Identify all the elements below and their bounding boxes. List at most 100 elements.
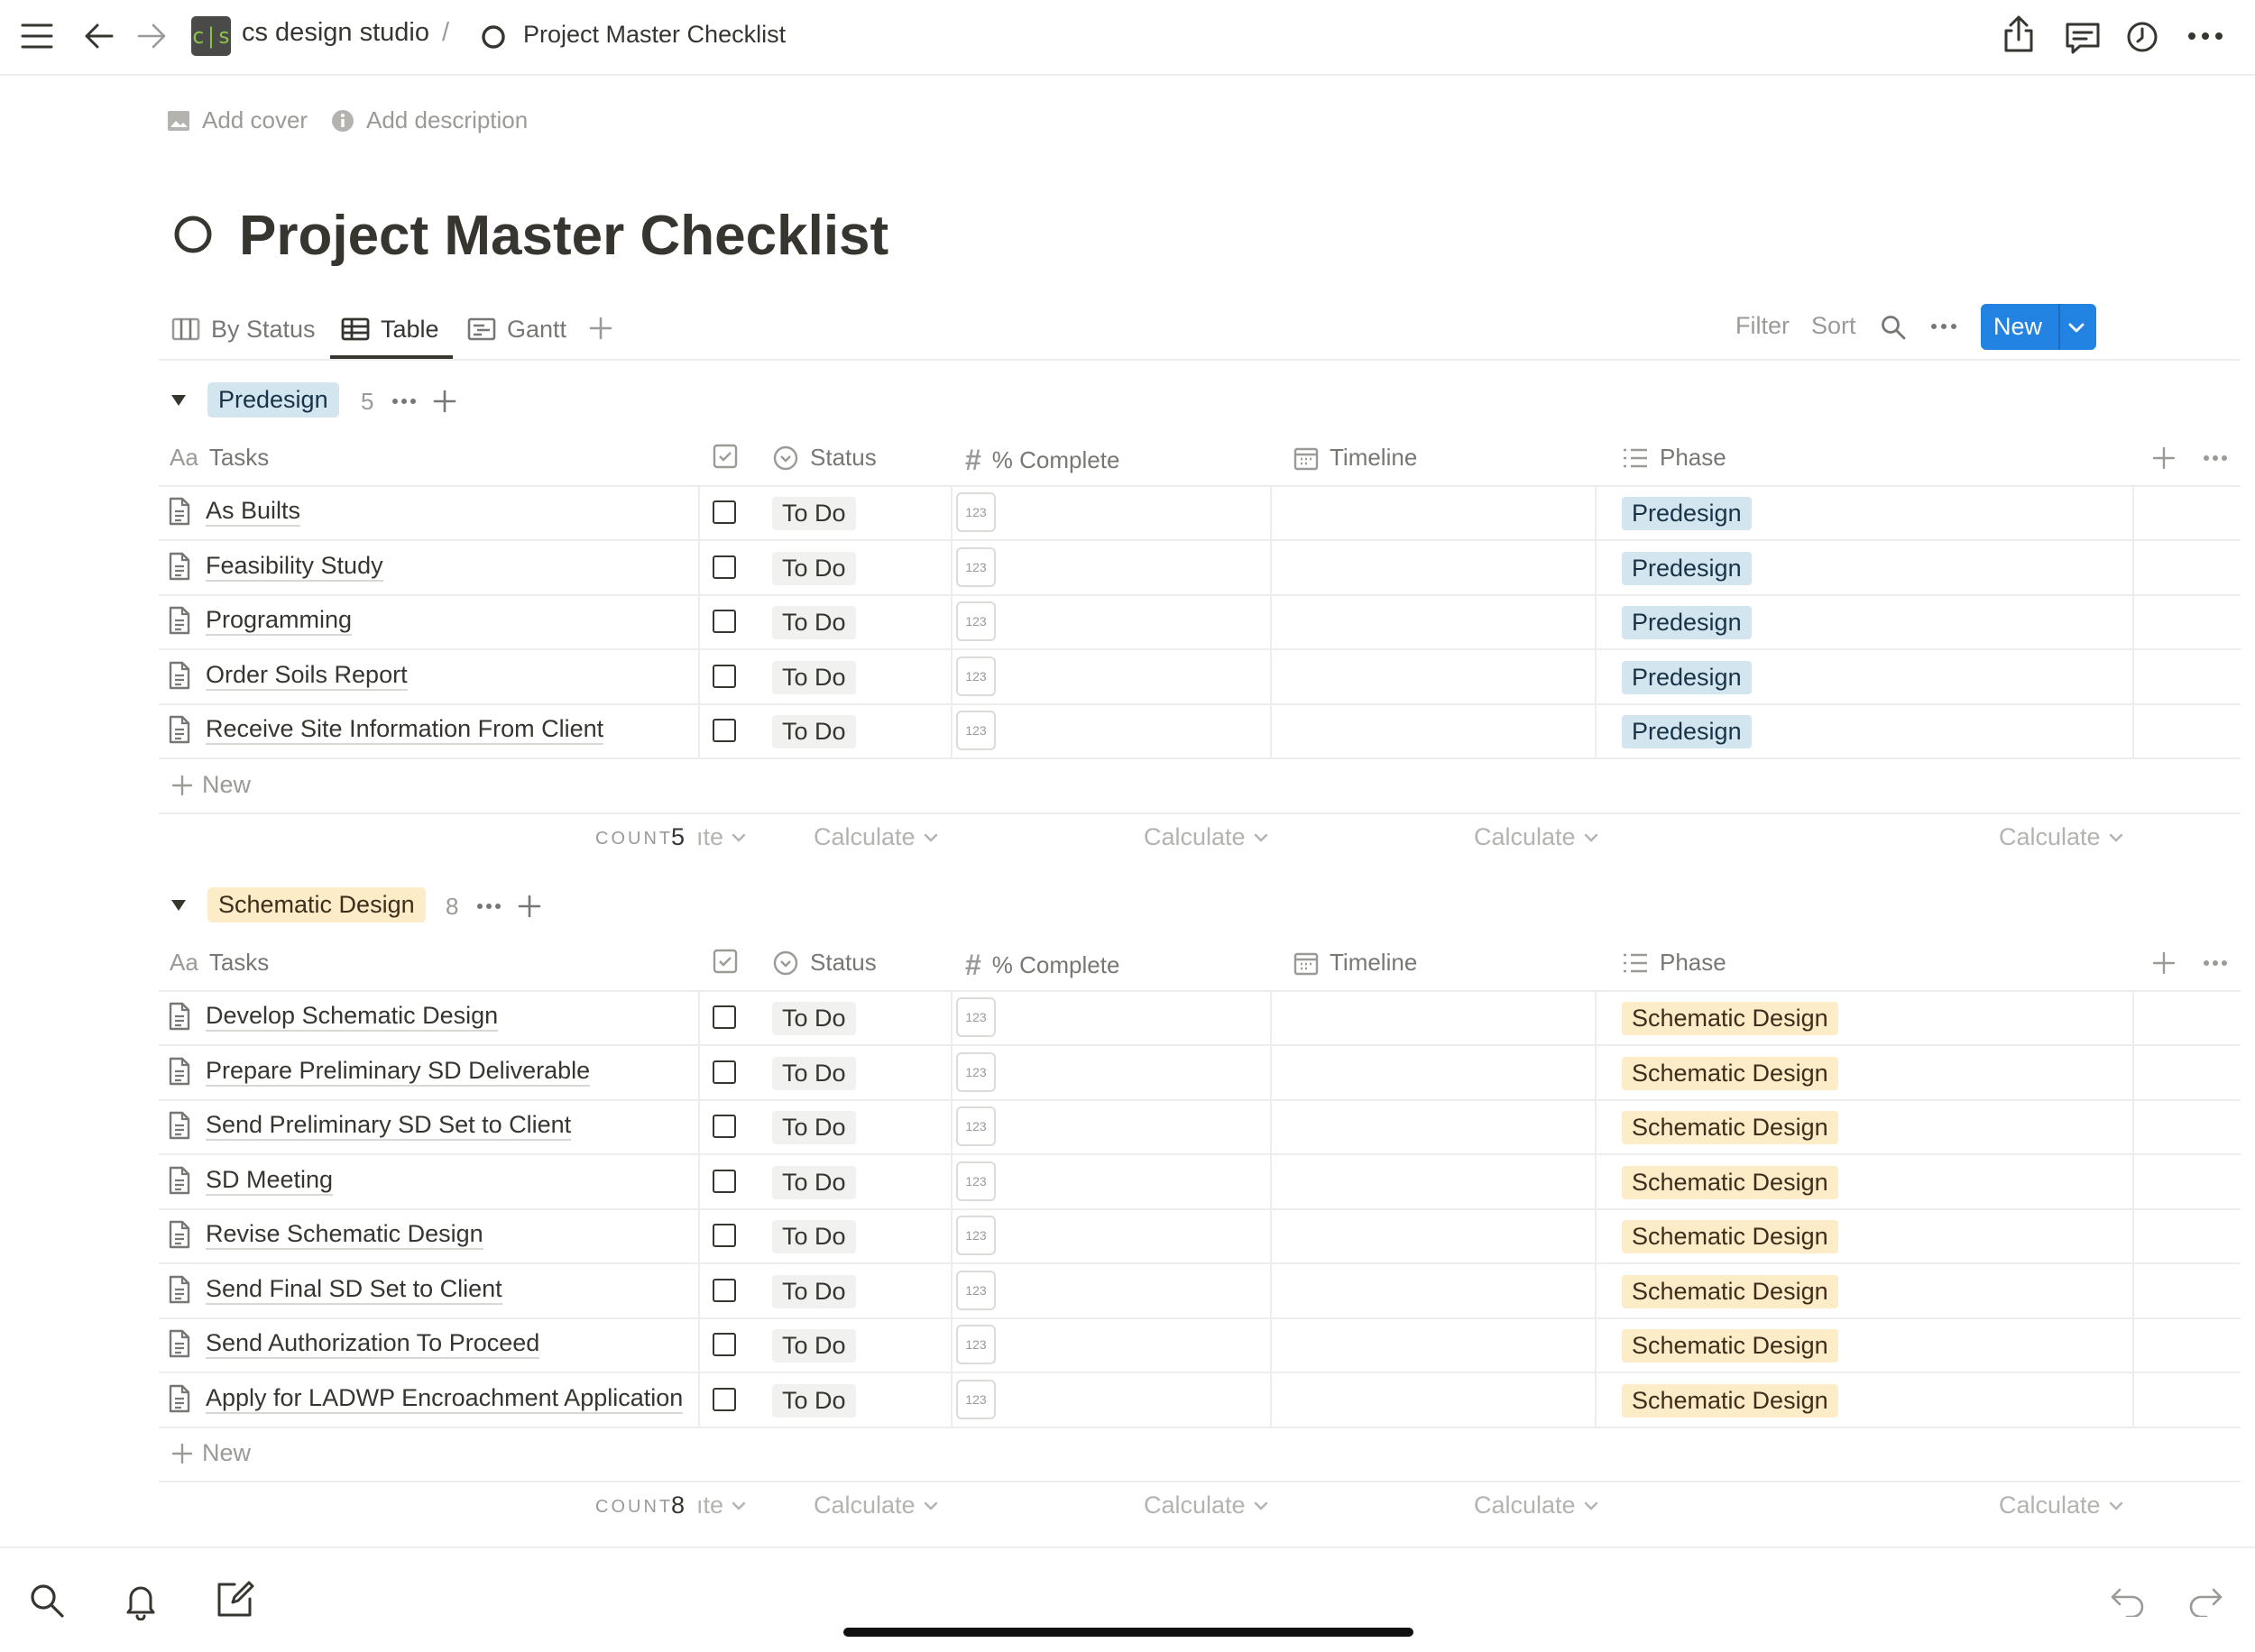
new-button[interactable]: New [1981,304,2096,350]
calculate-status[interactable]: Calculate [814,823,939,851]
phase-badge[interactable]: Schematic Design [1622,1329,1838,1363]
column-header-phase[interactable]: Phase [1622,949,1726,977]
task-title[interactable]: Revise Schematic Design [206,1219,483,1250]
tab-gantt[interactable]: Gantt [467,307,566,352]
add-row-button[interactable]: New [159,1427,2241,1482]
task-cell[interactable]: Receive Site Information From Client [168,714,604,745]
phase-badge[interactable]: Schematic Design [1622,1166,1838,1199]
history-clock-icon[interactable] [2125,20,2159,54]
phase-badge[interactable]: Predesign [1622,661,1752,694]
redo-icon[interactable] [2186,1584,2224,1617]
number-placeholder[interactable]: 123 [956,1052,996,1092]
menu-icon[interactable] [20,22,54,50]
column-header-status[interactable]: Status [772,444,877,472]
sort-button[interactable]: Sort [1811,312,1856,340]
add-description-button[interactable]: Add description [330,106,528,134]
task-title[interactable]: As Builts [206,496,301,527]
search-icon[interactable] [29,1583,65,1619]
task-cell[interactable]: Programming [168,605,353,636]
tab-table[interactable]: Table [341,307,439,352]
table-row[interactable]: Feasibility Study To Do 123 Predesign [159,540,2241,596]
share-icon[interactable] [2001,14,2037,54]
task-title[interactable]: Send Final SD Set to Client [206,1274,502,1305]
task-title[interactable]: Send Authorization To Proceed [206,1328,540,1359]
group-label[interactable]: Predesign [207,382,339,418]
phase-badge[interactable]: Schematic Design [1622,1384,1838,1418]
calculate-status[interactable]: Calculate [814,1491,939,1519]
done-checkbox[interactable] [713,610,736,633]
task-cell[interactable]: As Builts [168,496,301,527]
number-placeholder[interactable]: 123 [956,1216,996,1255]
group-add-icon[interactable] [433,390,456,413]
task-cell[interactable]: Apply for LADWP Encroachment Application [168,1383,684,1414]
phase-badge[interactable]: Schematic Design [1622,1111,1838,1144]
done-checkbox[interactable] [713,1388,736,1411]
column-header-phase[interactable]: Phase [1622,444,1726,472]
column-more-icon[interactable] [2203,959,2228,968]
back-arrow-icon[interactable] [83,20,115,52]
more-options-icon[interactable] [2186,29,2224,43]
table-row[interactable]: Receive Site Information From Client To … [159,703,2241,759]
task-title[interactable]: SD Meeting [206,1165,334,1196]
table-row[interactable]: Programming To Do 123 Predesign [159,594,2241,650]
done-checkbox[interactable] [713,1170,736,1193]
task-cell[interactable]: Send Final SD Set to Client [168,1274,502,1305]
table-row[interactable]: Develop Schematic Design To Do 123 Schem… [159,990,2241,1046]
number-placeholder[interactable]: 123 [956,1106,996,1146]
table-row[interactable]: Prepare Preliminary SD Deliverable To Do… [159,1045,2241,1101]
calculate-phase[interactable]: Calculate [1999,823,2124,851]
number-placeholder[interactable]: 123 [956,1271,996,1310]
table-row[interactable]: Apply for LADWP Encroachment Application… [159,1372,2241,1428]
done-checkbox[interactable] [713,1224,736,1247]
column-header-tasks[interactable]: Aa Tasks [170,444,269,472]
comments-icon[interactable] [2064,20,2102,56]
view-more-icon[interactable] [1930,321,1957,332]
number-placeholder[interactable]: 123 [956,601,996,641]
add-view-icon[interactable] [588,316,613,341]
phase-badge[interactable]: Schematic Design [1622,1275,1838,1308]
column-header-complete[interactable]: # % Complete [965,949,1119,982]
done-checkbox[interactable] [713,1005,736,1029]
task-cell[interactable]: Revise Schematic Design [168,1219,483,1250]
task-title[interactable]: Send Preliminary SD Set to Client [206,1110,572,1141]
filter-button[interactable]: Filter [1735,312,1790,340]
done-checkbox[interactable] [713,1279,736,1302]
breadcrumb-page[interactable]: Project Master Checklist [523,21,786,49]
phase-badge[interactable]: Predesign [1622,606,1752,639]
status-badge[interactable]: To Do [772,1166,856,1199]
phase-badge[interactable]: Schematic Design [1622,1002,1838,1035]
group-label[interactable]: Schematic Design [207,887,426,922]
task-cell[interactable]: Order Soils Report [168,660,408,691]
done-checkbox[interactable] [713,555,736,579]
group-more-icon[interactable] [391,397,417,406]
task-cell[interactable]: Send Preliminary SD Set to Client [168,1110,572,1141]
number-placeholder[interactable]: 123 [956,1380,996,1419]
task-title[interactable]: Prepare Preliminary SD Deliverable [206,1056,591,1087]
table-row[interactable]: Order Soils Report To Do 123 Predesign [159,649,2241,705]
column-header-timeline[interactable]: Timeline [1293,444,1417,472]
workspace-logo[interactable]: c|s [191,16,231,56]
phase-badge[interactable]: Predesign [1622,497,1752,530]
number-placeholder[interactable]: 123 [956,547,996,587]
table-row[interactable]: Revise Schematic Design To Do 123 Schema… [159,1208,2241,1264]
done-checkbox[interactable] [713,500,736,524]
add-column-icon[interactable] [2152,446,2176,470]
add-column-icon[interactable] [2152,951,2176,975]
page-icon[interactable] [171,213,215,256]
column-header-timeline[interactable]: Timeline [1293,949,1417,977]
status-badge[interactable]: To Do [772,1002,856,1035]
status-badge[interactable]: To Do [772,552,856,585]
table-row[interactable]: Send Final SD Set to Client To Do 123 Sc… [159,1263,2241,1319]
column-header-status[interactable]: Status [772,949,877,977]
column-header-complete[interactable]: # % Complete [965,444,1119,477]
done-checkbox[interactable] [713,1115,736,1138]
chevron-down-icon[interactable] [2066,319,2086,335]
status-badge[interactable]: To Do [772,661,856,694]
done-checkbox[interactable] [713,719,736,742]
task-cell[interactable]: Develop Schematic Design [168,1001,499,1032]
calculate-timeline[interactable]: Calculate [1474,1491,1599,1519]
bell-icon[interactable] [123,1581,159,1620]
task-title[interactable]: Develop Schematic Design [206,1001,499,1032]
status-badge[interactable]: To Do [772,1275,856,1308]
task-title[interactable]: Feasibility Study [206,551,383,582]
